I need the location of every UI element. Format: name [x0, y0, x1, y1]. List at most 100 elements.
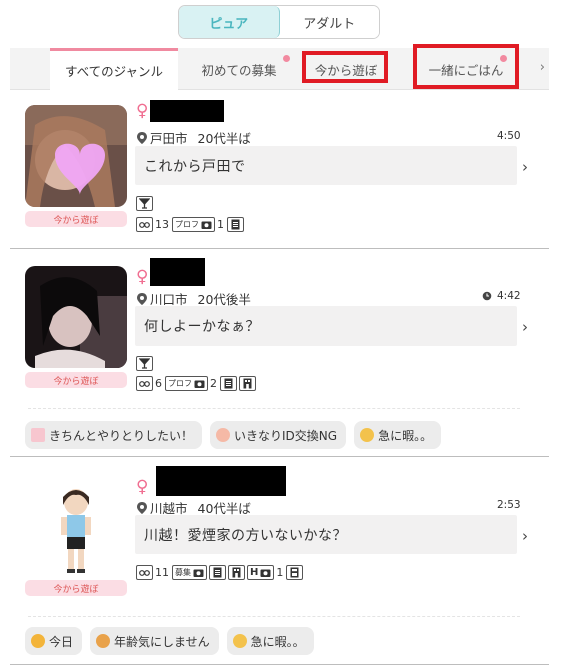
views-icon — [136, 376, 153, 391]
document-icon — [209, 565, 226, 580]
female-icon: ♀ — [136, 476, 149, 497]
views-icon — [136, 217, 153, 232]
chevron-right-icon[interactable]: › — [522, 527, 528, 545]
chip-label: いきなりID交換NG — [234, 428, 338, 443]
photo-count: 2 — [210, 377, 217, 390]
envelope-heart-icon — [31, 428, 45, 442]
prof-label: プロフ — [175, 220, 199, 229]
meeting-icon-row — [136, 356, 155, 371]
building-icon — [228, 565, 245, 580]
building-icon — [239, 376, 256, 391]
dashed-separator — [28, 408, 520, 409]
chevron-right-icon[interactable]: › — [522, 158, 528, 176]
tag-chip[interactable]: 年齢気にしません — [90, 627, 219, 655]
name-row: ♀ — [136, 466, 287, 497]
message-bubble[interactable]: 何しよーかなぁ？ — [135, 306, 517, 346]
genre-badge: 今から遊ぼ — [25, 372, 127, 388]
chip-label: 今日 — [49, 634, 74, 649]
views-count: 13 — [155, 218, 169, 231]
chip-label: きちんとやりとりしたい！ — [49, 428, 194, 443]
new-dot — [283, 55, 290, 62]
tab-all-genres[interactable]: すべてのジャンル — [50, 48, 178, 90]
post-time: 4:50 — [497, 130, 521, 142]
avatar — [25, 475, 127, 577]
avatar-photo — [25, 266, 127, 368]
tag-chip[interactable]: 急に暇。。 — [226, 627, 314, 655]
profile-photo-badge: プロフ — [172, 217, 215, 232]
tab-eat-together[interactable]: 一緒にごはん — [413, 44, 519, 90]
location-pin-icon — [137, 292, 147, 305]
boshu-label: 募集 — [175, 568, 191, 577]
recruit-photo-badge: 募集 — [172, 565, 207, 580]
post-time: 4:42 — [482, 290, 521, 302]
tab-first-recruit[interactable]: 初めての募集 — [180, 48, 298, 90]
document-icon — [220, 376, 237, 391]
genre-tab-bar: すべてのジャンル 初めての募集 今から遊ぼ 一緒にごはん › — [10, 44, 549, 90]
clock-icon — [482, 291, 492, 301]
tired-face-icon — [360, 428, 375, 442]
redacted-name — [150, 100, 225, 122]
prof-label: プロフ — [168, 379, 192, 388]
adult-mode-button[interactable]: アダルト — [279, 6, 379, 38]
dashed-separator — [28, 616, 520, 617]
post-divider — [10, 248, 549, 249]
redacted-name — [156, 466, 287, 496]
pure-mode-button[interactable]: ピュア — [179, 6, 280, 38]
tag-chip[interactable]: 今日 — [25, 627, 83, 655]
cocktail-icon — [136, 196, 153, 211]
views-count: 11 — [155, 566, 169, 579]
tired-face-icon — [232, 634, 247, 648]
mode-toggle: ピュア アダルト — [178, 5, 380, 39]
tag-chip-row: 今日 年齢気にしません 急に暇。。 — [25, 627, 322, 655]
views-icon — [136, 565, 153, 580]
tab-play-now[interactable]: 今から遊ぼ — [302, 48, 390, 90]
name-row: ♀ — [136, 258, 206, 287]
post-divider — [10, 664, 549, 665]
face-icon — [96, 634, 111, 648]
avatar — [25, 266, 127, 368]
stats-row: 11 募集 H 1 — [136, 565, 305, 580]
camera-icon — [201, 221, 212, 229]
tag-chip-row: きちんとやりとりしたい！ いきなりID交換NG 急に暇。。 — [25, 421, 449, 449]
genre-badge: 今から遊ぼ — [25, 211, 127, 227]
female-icon: ♀ — [136, 100, 149, 121]
h-label: H — [250, 567, 259, 578]
highlight-box — [413, 44, 519, 89]
photo-count: 1 — [217, 218, 224, 231]
camera-icon — [193, 569, 204, 577]
age: 20代半ば — [197, 131, 251, 146]
name-row: ♀ — [136, 100, 225, 122]
tab-label: すべてのジャンル — [64, 64, 163, 79]
time-text: 4:50 — [497, 130, 521, 142]
calculator-icon — [286, 565, 304, 580]
tag-chip[interactable]: きちんとやりとりしたい！ — [25, 421, 203, 449]
location-row: 戸田市 20代半ば — [137, 128, 251, 147]
highlight-box — [302, 51, 388, 83]
views-count: 6 — [155, 377, 162, 390]
tab-scroll-right-icon[interactable]: › — [540, 60, 545, 75]
female-icon: ♀ — [136, 266, 149, 287]
heart-eyes-icon — [31, 634, 45, 648]
camera-icon — [260, 569, 271, 577]
h-photo-badge: H — [247, 565, 275, 580]
message-bubble[interactable]: これから戸田で — [135, 146, 517, 185]
avatar — [25, 105, 127, 207]
profile-photo-badge: プロフ — [165, 376, 208, 391]
stats-row: 6 プロフ 2 — [136, 376, 258, 391]
chip-label: 急に暇。。 — [250, 634, 305, 649]
message-bubble[interactable]: 川越！愛煙家の方いないかな？ — [135, 515, 517, 554]
location-pin-icon — [137, 131, 147, 144]
camera-icon — [194, 380, 205, 388]
tag-chip[interactable]: いきなりID交換NG — [210, 421, 347, 449]
post-time: 2:53 — [497, 499, 521, 511]
girl-icon — [216, 428, 231, 442]
post-divider — [10, 456, 549, 457]
meeting-icon-row — [136, 196, 155, 211]
avatar-photo — [25, 105, 127, 207]
cocktail-icon — [136, 356, 153, 371]
chevron-right-icon[interactable]: › — [522, 318, 528, 336]
time-text: 4:42 — [497, 290, 521, 302]
city: 戸田市 — [150, 131, 188, 146]
tag-chip[interactable]: 急に暇。。 — [354, 421, 442, 449]
redacted-name — [150, 258, 206, 286]
